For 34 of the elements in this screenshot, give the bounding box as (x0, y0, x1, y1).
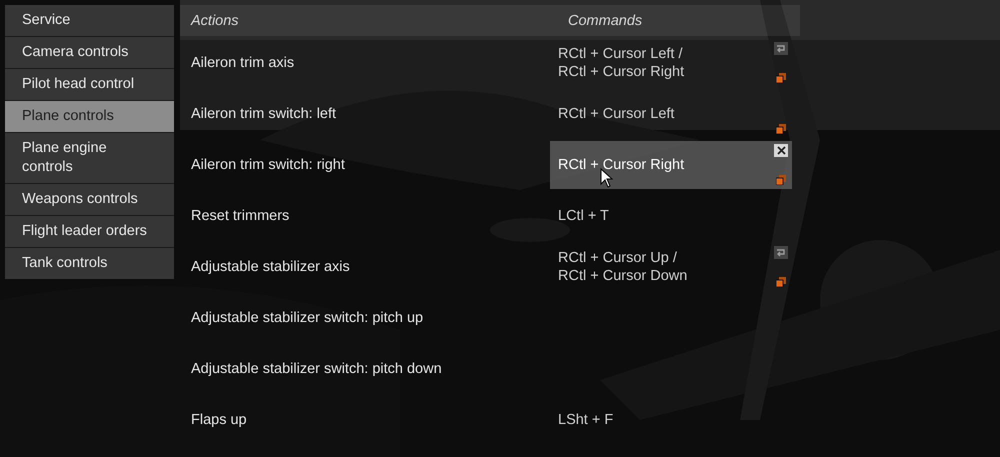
close-button[interactable] (774, 144, 788, 156)
copy-icon[interactable] (776, 124, 786, 134)
column-header: Commands (567, 12, 644, 28)
copy-icon[interactable] (776, 72, 786, 82)
action-label: Aileron trim switch: right (190, 156, 346, 172)
swap-icon[interactable] (774, 246, 788, 258)
sidebar-item[interactable]: Plane engine controls (5, 133, 174, 183)
key-binding[interactable]: RCtl + Cursor Left / RCtl + Cursor Right (558, 44, 684, 80)
swap-icon[interactable] (774, 42, 788, 54)
sidebar-item[interactable]: Pilot head control (5, 69, 174, 100)
action-label: Aileron trim axis (190, 54, 296, 70)
command-cell-highlighted[interactable]: RCtl + Cursor Right (550, 140, 792, 188)
action-label: Flaps up (190, 412, 248, 428)
key-binding[interactable]: LSht + F (558, 410, 614, 428)
action-label: Adjustable stabilizer axis (190, 258, 351, 274)
sidebar-item[interactable]: Plane controls (5, 101, 174, 132)
copy-icon[interactable] (776, 276, 786, 286)
sidebar-item[interactable]: Service (5, 5, 174, 36)
action-label: Reset trimmers (190, 208, 290, 224)
sidebar-item[interactable]: Flight leader orders (5, 216, 174, 247)
action-label: Adjustable stabilizer switch: pitch down (190, 360, 443, 376)
action-label: Adjustable stabilizer switch: pitch up (190, 310, 424, 326)
close-icon (776, 146, 786, 154)
sidebar-item[interactable]: Tank controls (5, 248, 174, 279)
key-binding[interactable]: RCtl + Cursor Up / RCtl + Cursor Down (558, 248, 688, 284)
key-binding[interactable]: RCtl + Cursor Right (558, 156, 684, 174)
key-binding[interactable]: RCtl + Cursor Left (558, 104, 674, 122)
key-binding[interactable]: LCtl + T (558, 206, 609, 224)
copy-icon[interactable] (776, 174, 786, 184)
mouse-cursor-icon (600, 168, 614, 188)
column-header: Actions (190, 12, 240, 28)
sidebar-item[interactable]: Camera controls (5, 37, 174, 68)
action-label: Aileron trim switch: left (190, 106, 338, 122)
sidebar-item[interactable]: Weapons controls (5, 184, 174, 215)
